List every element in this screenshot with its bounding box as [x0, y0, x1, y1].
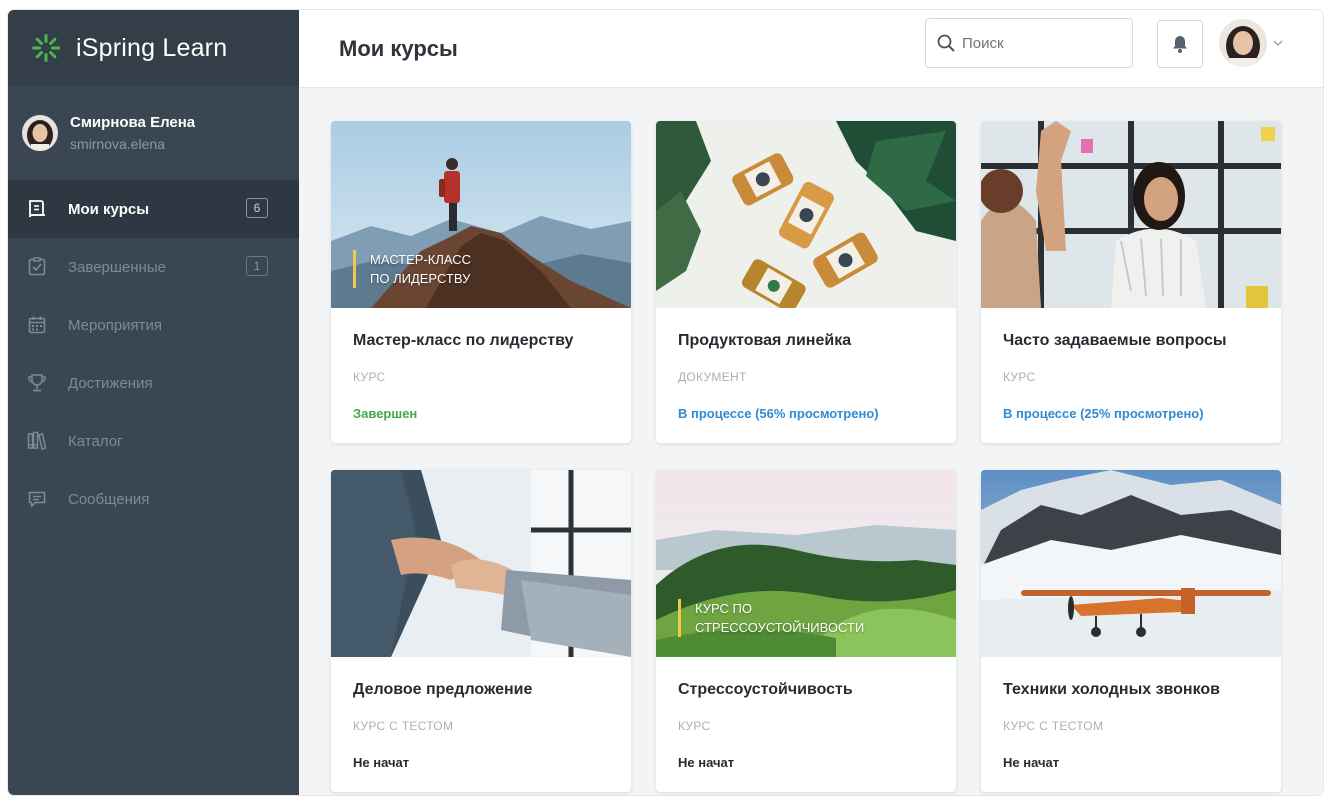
- sidebar-item-label: Мои курсы: [68, 200, 150, 218]
- course-status: В процессе (25% просмотрено): [1003, 406, 1204, 421]
- course-overlay-label: Курс по стрессоустойчивости: [678, 599, 864, 637]
- course-overlay-label: Мастер-класс по лидерству: [353, 250, 471, 288]
- sidebar-item-my-courses[interactable]: Мои курсы 6: [8, 180, 299, 238]
- course-card[interactable]: Продуктовая линейка Документ В процессе …: [656, 121, 956, 443]
- ispring-logo-icon: [32, 34, 60, 62]
- sidebar-item-label: Мероприятия: [68, 316, 163, 334]
- course-title[interactable]: Деловое предложение: [353, 681, 609, 699]
- library-icon: [27, 431, 47, 450]
- course-status: Не начат: [353, 755, 410, 770]
- juice-bottles-image: [656, 121, 956, 308]
- course-title[interactable]: Мастер-класс по лидерству: [353, 332, 609, 350]
- user-login: smirnova.elena: [70, 136, 165, 152]
- sidebar-item-completed[interactable]: Завершенные 1: [8, 238, 299, 296]
- message-icon: [28, 491, 46, 508]
- header-avatar: [1219, 19, 1267, 67]
- sidebar-item-messages[interactable]: Сообщения: [8, 470, 299, 528]
- calendar-icon: [28, 316, 46, 334]
- app-name: iSpring Learn: [76, 33, 228, 62]
- course-type: Документ: [678, 370, 747, 384]
- search-box[interactable]: [925, 18, 1133, 68]
- sidebar-item-label: Сообщения: [68, 490, 150, 508]
- sidebar: iSpring Learn Смирнова Елена smirnova.el…: [8, 10, 299, 795]
- mountain-climber-image: Мастер-класс по лидерству: [331, 121, 631, 308]
- course-card[interactable]: Курс по стрессоустойчивости Стрессоустой…: [656, 470, 956, 792]
- course-type: Курс: [353, 370, 386, 384]
- search-icon: [937, 34, 955, 52]
- brand-header[interactable]: iSpring Learn: [8, 10, 299, 86]
- main-content: Мои курсы Поиск МАСТЕР-КЛАСС ПО ЛИДЕРСТВ…: [299, 10, 1323, 795]
- chevron-down-icon: [1273, 40, 1283, 47]
- checked-clipboard-icon: [28, 257, 46, 276]
- page-title: Мои курсы: [339, 35, 458, 61]
- office-meeting-image: [981, 121, 1281, 308]
- course-card[interactable]: Часто задаваемые вопросы Курс В процессе…: [981, 121, 1281, 443]
- search-input[interactable]: [962, 34, 1112, 52]
- course-status: В процессе (56% просмотрено): [678, 406, 879, 421]
- course-type: Курс: [1003, 370, 1036, 384]
- handshake-image: [331, 470, 631, 657]
- sidebar-item-label: Каталог: [68, 432, 123, 450]
- course-type: Курс с тестом: [1003, 719, 1104, 733]
- course-title[interactable]: Техники холодных звонков: [1003, 681, 1259, 699]
- bell-icon: [1173, 36, 1187, 53]
- course-card[interactable]: Мастер-класс по лидерству Мастер-класс п…: [331, 121, 631, 443]
- course-title[interactable]: Продуктовая линейка: [678, 332, 934, 350]
- course-type: Курс с тестом: [353, 719, 454, 733]
- sidebar-item-label: Завершенные: [68, 258, 166, 276]
- course-title[interactable]: Стрессоустойчивость: [678, 681, 934, 699]
- profile-menu-button[interactable]: [1219, 19, 1285, 67]
- sidebar-item-events[interactable]: Мероприятия: [8, 296, 299, 354]
- course-status: Завершен: [353, 406, 418, 421]
- course-type: Курс: [678, 719, 711, 733]
- course-status: Не начат: [678, 755, 735, 770]
- user-profile-block[interactable]: Смирнова Елена smirnova.elena: [8, 86, 299, 180]
- snow-plane-image: [981, 470, 1281, 657]
- count-badge: 6: [246, 198, 268, 218]
- course-status: Не начат: [1003, 755, 1060, 770]
- notifications-button[interactable]: [1157, 20, 1203, 68]
- trophy-icon: [28, 374, 46, 392]
- course-card[interactable]: Деловое предложение Курс с тестом Не нач…: [331, 470, 631, 792]
- sidebar-item-label: Достижения: [68, 374, 153, 392]
- user-name: Смирнова Елена: [70, 114, 196, 131]
- sidebar-nav: Мои курсы 6 Завершенные 1 Мероприятия До…: [8, 180, 299, 528]
- green-hills-image: Курс по стрессоустойчивости: [656, 470, 956, 657]
- user-avatar: [22, 115, 58, 151]
- course-title[interactable]: Часто задаваемые вопросы: [1003, 332, 1259, 350]
- count-badge: 1: [246, 256, 268, 276]
- book-icon: [29, 200, 45, 218]
- app-window: iSpring Learn Смирнова Елена smirnova.el…: [8, 10, 1323, 795]
- top-bar: Мои курсы: [299, 10, 1323, 88]
- course-card[interactable]: Техники холодных звонков Курс с тестом Н…: [981, 470, 1281, 792]
- sidebar-item-catalog[interactable]: Каталог: [8, 412, 299, 470]
- sidebar-item-achievements[interactable]: Достижения: [8, 354, 299, 412]
